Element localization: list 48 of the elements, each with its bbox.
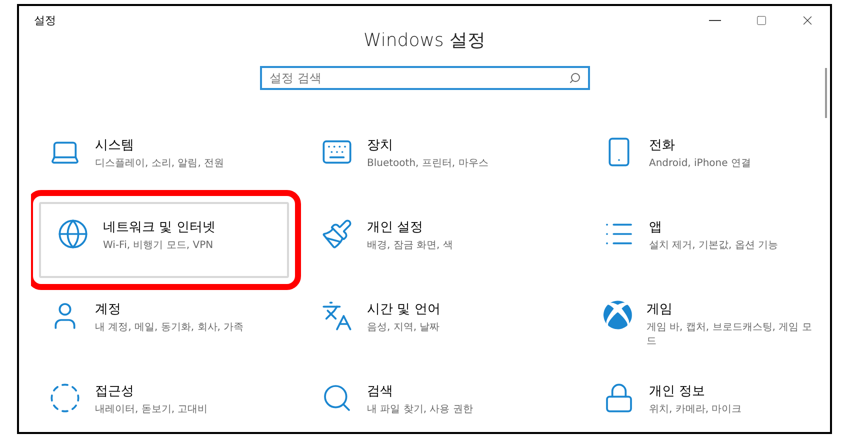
settings-tile[interactable]: 개인 설정 배경, 잠금 화면, 색 <box>303 196 585 278</box>
search-icon <box>568 72 580 84</box>
tile-description: 내레이터, 돋보기, 고대비 <box>95 403 208 417</box>
settings-tile[interactable]: 전화 Android, iPhone 연결 <box>585 114 830 196</box>
lock-icon <box>603 382 635 414</box>
globe-icon <box>57 218 89 250</box>
page-heading: Windows 설정 <box>362 29 487 52</box>
settings-tile[interactable]: 계정 내 계정, 메일, 동기화, 회사, 가족 <box>31 278 303 360</box>
xbox-icon <box>603 300 632 330</box>
tile-title: 게임 <box>646 301 674 318</box>
tile-description: 내 계정, 메일, 동기화, 회사, 가족 <box>95 321 244 335</box>
tile-title: 검색 <box>367 383 394 400</box>
paintbrush-icon <box>321 218 353 250</box>
dashed-circle-icon <box>49 382 81 414</box>
settings-tile[interactable]: 게임 게임 바, 캡처, 브로드캐스팅, 게임 모드 <box>585 278 830 360</box>
tile-description: Wi-Fi, 비행기 모드, VPN <box>103 239 214 253</box>
tile-title: 시스템 <box>95 137 135 154</box>
tile-title: 계정 <box>95 301 122 318</box>
settings-tile[interactable]: 검색 내 파일 찾기, 사용 권한 <box>303 360 585 432</box>
window-title: 설정 <box>34 12 57 28</box>
tile-description: 게임 바, 캡처, 브로드캐스팅, 게임 모드 <box>646 321 813 349</box>
tile-description: 설치 제거, 기본값, 옵션 기능 <box>649 239 778 253</box>
settings-tile[interactable]: 시스템 디스플레이, 소리, 알림, 전원 <box>31 114 303 196</box>
tile-title: 전화 <box>649 137 676 154</box>
tile-description: 디스플레이, 소리, 알림, 전원 <box>95 157 224 171</box>
tile-title: 네트워크 및 인터넷 <box>103 219 216 236</box>
tile-title: 개인 설정 <box>367 219 424 236</box>
tile-title: 개인 정보 <box>649 383 706 400</box>
tile-description: 음성, 지역, 날짜 <box>367 321 440 335</box>
tile-title: 접근성 <box>95 383 135 400</box>
tile-title: 시간 및 언어 <box>367 301 440 318</box>
tile-description: Android, iPhone 연결 <box>649 157 751 171</box>
settings-tile[interactable]: 접근성 내레이터, 돋보기, 고대비 <box>31 360 303 432</box>
tile-description: 위치, 카메라, 마이크 <box>649 403 742 417</box>
settings-tile[interactable]: 개인 정보 위치, 카메라, 마이크 <box>585 360 830 432</box>
search-field[interactable]: 설정 검색 <box>260 66 590 90</box>
scrollbar-thumb[interactable] <box>825 68 827 118</box>
settings-tile[interactable]: 시간 및 언어 음성, 지역, 날짜 <box>303 278 585 360</box>
tile-description: 배경, 잠금 화면, 색 <box>367 239 453 253</box>
tile-description: Bluetooth, 프린터, 마우스 <box>367 157 488 171</box>
tile-title: 장치 <box>367 137 394 154</box>
tile-description: 내 파일 찾기, 사용 권한 <box>367 403 473 417</box>
tile-title: 앱 <box>649 219 663 236</box>
language-icon <box>321 300 353 332</box>
maximize-icon <box>756 14 766 26</box>
settings-tile[interactable]: 장치 Bluetooth, 프린터, 마우스 <box>303 114 585 196</box>
settings-tile[interactable]: 앱 설치 제거, 기본값, 옵션 기능 <box>585 196 830 278</box>
search-icon <box>321 382 353 414</box>
